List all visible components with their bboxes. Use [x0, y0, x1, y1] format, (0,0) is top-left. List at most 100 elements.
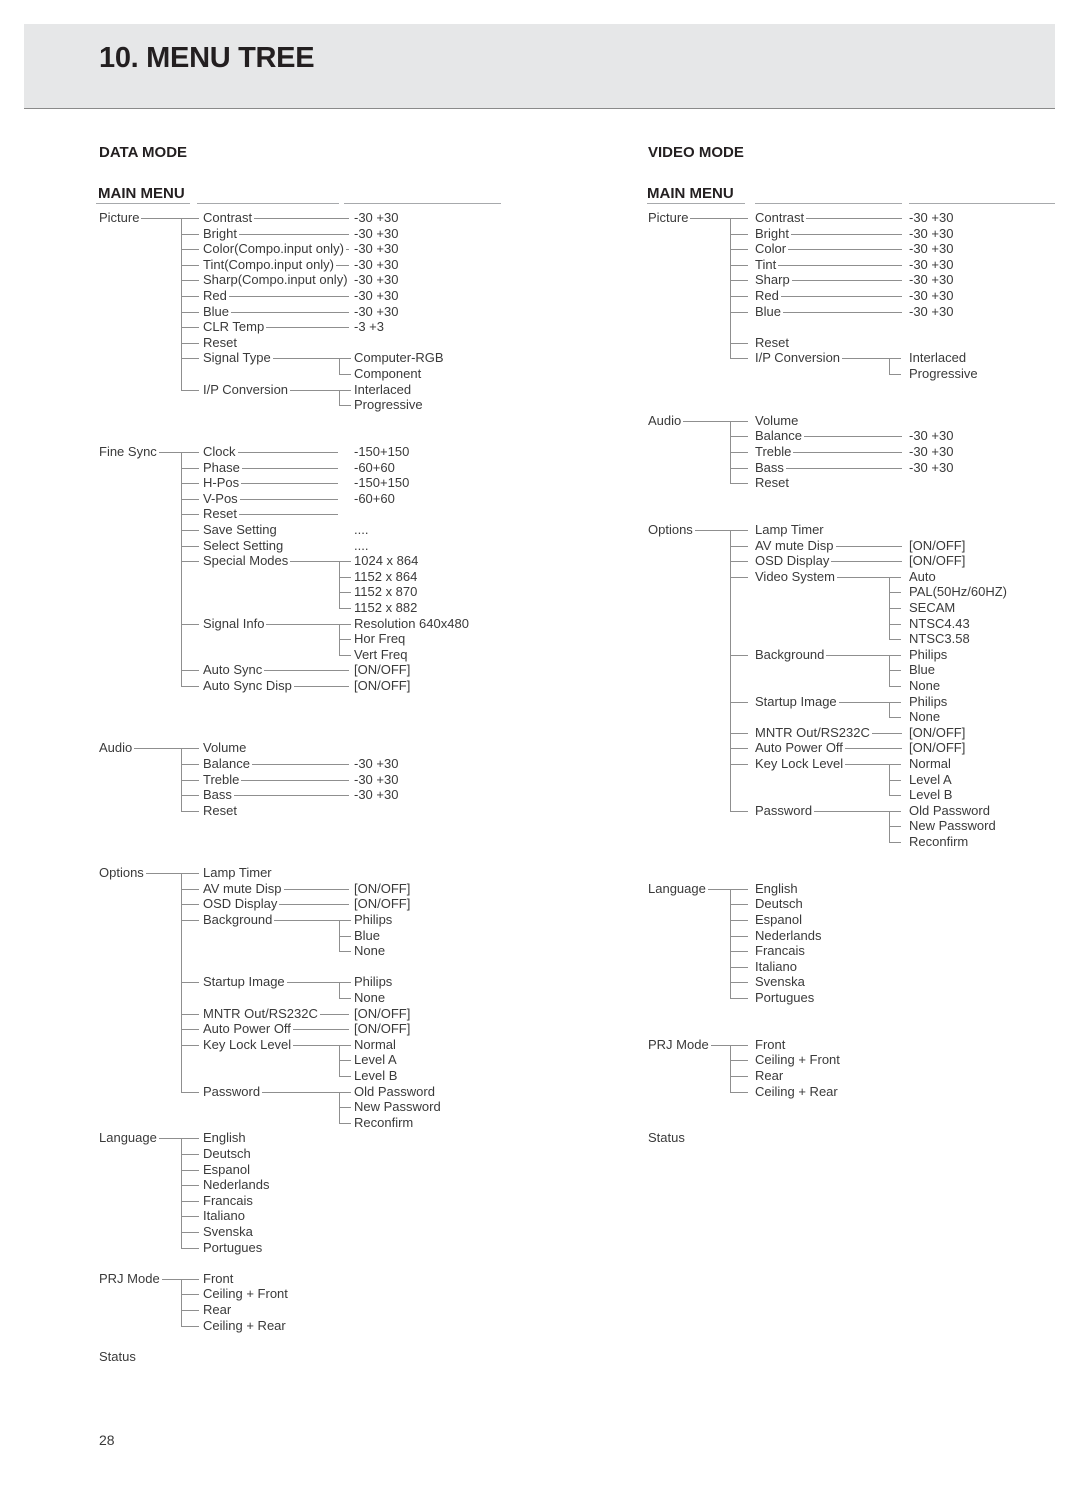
- menu-item: Red: [755, 288, 779, 303]
- connector-line: [889, 623, 901, 625]
- menu-value: [ON/OFF]: [909, 537, 966, 553]
- connector-line: [707, 888, 748, 890]
- menu-item: AV mute Disp: [755, 537, 834, 553]
- menu-value: Level A: [909, 771, 952, 787]
- menu-item: Volume: [755, 412, 799, 428]
- menu-item: Reset: [755, 334, 789, 350]
- menu-value: Philips: [909, 693, 948, 709]
- menu-group-status: Status: [648, 1130, 685, 1146]
- menu-item: Video System: [755, 568, 835, 584]
- menu-value: -30 +30: [909, 288, 954, 303]
- menu-item: Lamp Timer: [755, 522, 824, 537]
- connector-line: [838, 701, 901, 703]
- menu-value: [ON/OFF]: [909, 724, 966, 740]
- connector-line: [730, 483, 748, 485]
- connector-line: [730, 311, 748, 313]
- menu-item: Startup Image: [755, 693, 837, 709]
- page-number: 28: [99, 1432, 115, 1448]
- connector-line: [730, 249, 748, 251]
- connector-line: [806, 218, 902, 219]
- connector-line: [730, 1076, 748, 1077]
- connector-line: [889, 717, 901, 719]
- menu-value: NTSC4.43: [909, 615, 970, 631]
- connector-line: [842, 358, 901, 360]
- menu-value: Normal: [909, 756, 951, 771]
- menu-group-prj-mode: PRJ Mode: [648, 1036, 709, 1052]
- connector-line: [730, 654, 748, 656]
- connector-line: [791, 280, 902, 282]
- connector-line: [730, 264, 748, 266]
- connector-line: [730, 576, 748, 578]
- connector-line: [889, 826, 901, 828]
- menu-item: I/P Conversion: [755, 350, 841, 366]
- connector-line: [845, 764, 901, 765]
- connector-line: [889, 795, 901, 797]
- menu-item: Deutsch: [755, 896, 803, 912]
- connector-line: [730, 436, 748, 438]
- menu-item: Ceiling + Front: [755, 1052, 840, 1068]
- connector-line: [831, 561, 902, 563]
- menu-value: New Password: [909, 818, 996, 834]
- menu-value: Philips: [909, 646, 948, 662]
- tree-trunk-line: [730, 1044, 731, 1093]
- menu-item: Front: [755, 1036, 786, 1052]
- connector-line: [871, 732, 902, 734]
- menu-item: Espanol: [755, 912, 802, 927]
- menu-value: Interlaced: [909, 350, 967, 366]
- connector-line: [730, 920, 748, 921]
- menu-item: Reset: [755, 475, 789, 491]
- connector-line: [730, 296, 748, 297]
- menu-value: -30 +30: [909, 303, 954, 319]
- menu-value: -30 +30: [909, 272, 954, 288]
- menu-value: SECAM: [909, 600, 956, 615]
- connector-line: [889, 374, 901, 375]
- connector-line: [730, 545, 748, 547]
- connector-line: [793, 452, 902, 453]
- menu-value: NTSC3.58: [909, 631, 970, 647]
- connector-line: [730, 1060, 748, 1062]
- connector-line: [730, 233, 748, 235]
- menu-item: Svenska: [755, 974, 805, 990]
- menu-value: Progressive: [909, 366, 978, 381]
- menu-value: -30 +30: [909, 444, 954, 459]
- menu-value: -30 +30: [909, 210, 954, 225]
- connector-line: [730, 951, 748, 953]
- connector-line: [730, 904, 748, 906]
- menu-value: Old Password: [909, 802, 990, 818]
- menu-group-audio: Audio: [648, 412, 682, 428]
- connector-line: [889, 686, 901, 687]
- connector-line: [788, 249, 902, 251]
- connector-line: [694, 530, 748, 531]
- menu-value: -30 +30: [909, 225, 954, 241]
- menu-value: None: [909, 678, 941, 693]
- connector-line: [778, 264, 902, 266]
- connector-line: [730, 966, 748, 968]
- menu-item: Ceiling + Rear: [755, 1083, 838, 1099]
- menu-value: Reconfirm: [909, 834, 969, 849]
- connector-line: [730, 764, 748, 765]
- connector-line: [785, 467, 902, 469]
- connector-line: [730, 732, 748, 734]
- menu-item: Blue: [755, 303, 782, 319]
- menu-value: [ON/OFF]: [909, 740, 966, 756]
- connector-line: [730, 935, 748, 937]
- connector-line: [814, 810, 901, 812]
- menu-item: Background: [755, 646, 825, 662]
- menu-group-options: Options: [648, 522, 693, 537]
- menu-item: English: [755, 880, 798, 896]
- connector-line: [730, 561, 748, 563]
- connector-line: [730, 1091, 748, 1093]
- menu-item: Treble: [755, 444, 792, 459]
- menu-item: Color: [755, 241, 787, 257]
- menu-group-picture: Picture: [648, 210, 689, 225]
- menu-item: Balance: [755, 428, 802, 444]
- connector-line: [730, 467, 748, 469]
- menu-value: [ON/OFF]: [909, 553, 966, 569]
- connector-line: [889, 842, 901, 843]
- connector-line: [730, 982, 748, 984]
- connector-line: [730, 358, 748, 360]
- tree-trunk-line: [730, 530, 731, 812]
- menu-value: Blue: [909, 662, 936, 678]
- menu-value: -30 +30: [909, 459, 954, 475]
- menu-group-language: Language: [648, 880, 706, 896]
